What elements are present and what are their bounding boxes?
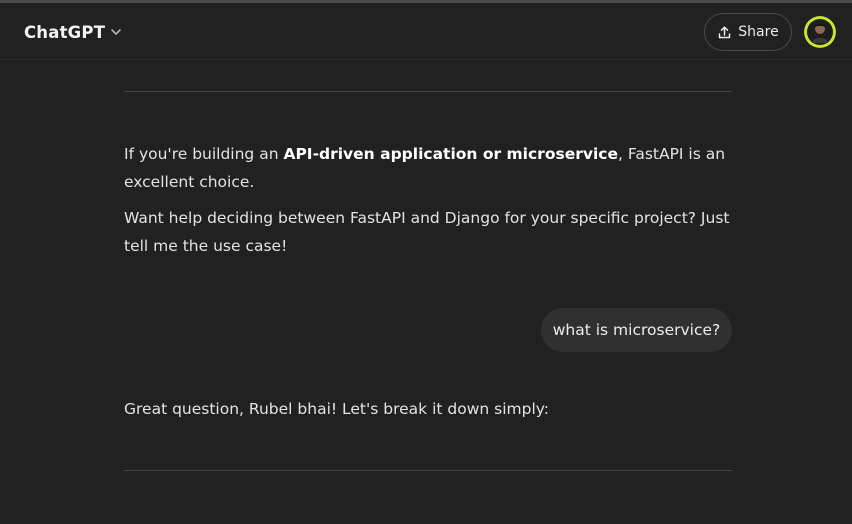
section-divider bbox=[124, 91, 732, 92]
share-icon bbox=[717, 25, 732, 40]
section-divider bbox=[124, 470, 732, 471]
assistant-paragraph: Want help deciding between FastAPI and D… bbox=[124, 209, 730, 255]
bold-phrase: API-driven application or microservice bbox=[283, 145, 618, 163]
assistant-paragraph: If you're building an API-driven applica… bbox=[124, 145, 726, 191]
assistant-paragraph: Great question, Rubel bhai! Let's break … bbox=[124, 400, 550, 418]
chevron-down-icon bbox=[109, 25, 123, 39]
share-label: Share bbox=[738, 24, 779, 40]
user-message-text: what is microservice? bbox=[552, 321, 721, 339]
avatar[interactable] bbox=[804, 16, 836, 48]
chat-header: ChatGPT Share bbox=[0, 3, 852, 60]
model-switcher[interactable]: ChatGPT bbox=[14, 15, 133, 49]
share-button[interactable]: Share bbox=[704, 13, 792, 51]
user-message-bubble: what is microservice? bbox=[541, 308, 732, 352]
model-name: ChatGPT bbox=[24, 22, 106, 42]
